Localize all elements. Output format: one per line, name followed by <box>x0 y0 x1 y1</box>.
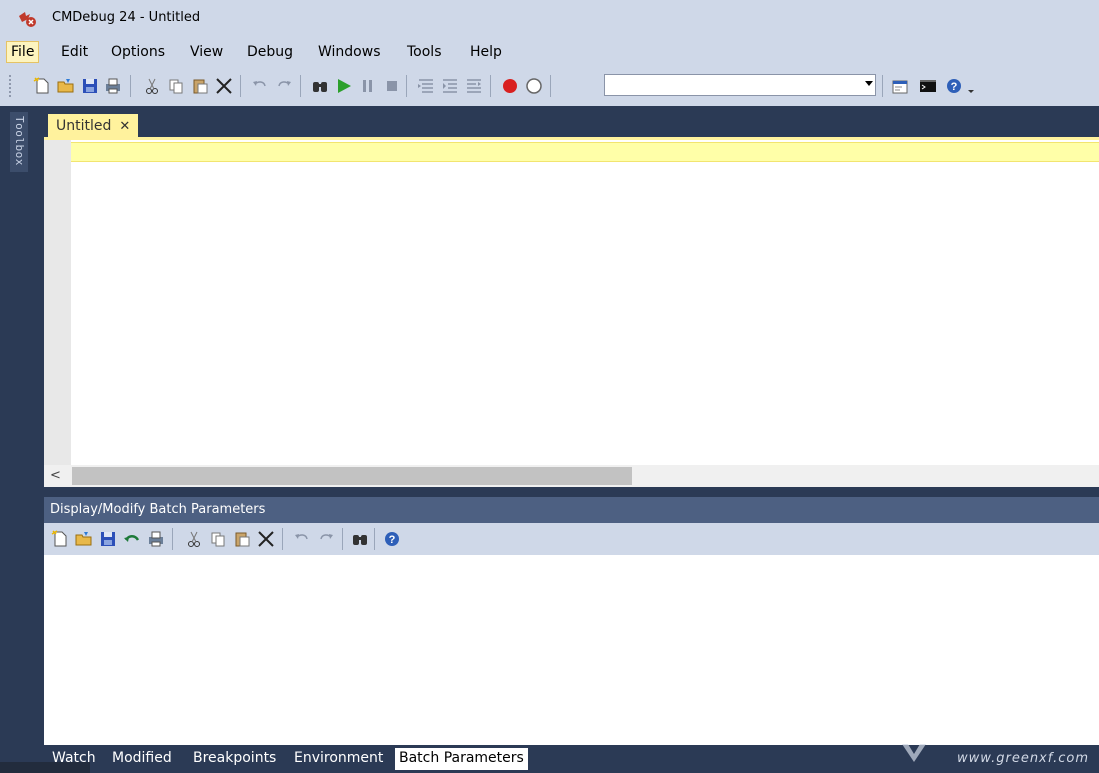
toolbar-separator <box>882 75 883 97</box>
redo-icon[interactable] <box>274 76 294 96</box>
menu-bar: File Edit Options View Debug Windows Too… <box>0 38 1099 66</box>
delete-icon[interactable] <box>256 529 276 549</box>
panel-title: Display/Modify Batch Parameters <box>50 502 266 517</box>
open-folder-icon[interactable] <box>56 76 76 96</box>
toolbar-separator <box>490 75 491 97</box>
paste-icon[interactable] <box>190 76 210 96</box>
window-title: CMDebug 24 - Untitled <box>52 10 201 25</box>
undo-icon[interactable] <box>292 529 312 549</box>
svg-text:?: ? <box>389 534 396 546</box>
pause-icon[interactable] <box>358 76 378 96</box>
bug-app-icon <box>19 12 36 27</box>
cut-icon[interactable] <box>142 76 162 96</box>
copy-icon[interactable] <box>166 76 186 96</box>
status-corner <box>0 762 90 773</box>
chevron-down-icon[interactable] <box>865 81 873 86</box>
undo-icon[interactable] <box>250 76 270 96</box>
toolbar-separator <box>300 75 301 97</box>
revert-icon[interactable] <box>122 529 142 549</box>
toolbox-label[interactable]: Toolbox <box>13 116 26 166</box>
help-icon[interactable]: ? <box>944 76 964 96</box>
print-icon[interactable] <box>146 529 166 549</box>
toolbar-separator <box>240 75 241 97</box>
toolbar-overflow-icon[interactable] <box>966 76 976 96</box>
batch-parameters-content[interactable] <box>44 555 1099 745</box>
clear-breakpoint-icon[interactable] <box>524 76 544 96</box>
properties-icon[interactable] <box>890 76 910 96</box>
toolbar-separator <box>282 528 283 550</box>
menu-file[interactable]: File <box>6 41 40 63</box>
menu-windows[interactable]: Windows <box>314 42 385 62</box>
toolbar-separator <box>342 528 343 550</box>
toolbar-separator <box>130 75 131 97</box>
redo-icon[interactable] <box>316 529 336 549</box>
toolbar-separator <box>172 528 173 550</box>
breakpoint-icon[interactable] <box>500 76 520 96</box>
svg-text:?: ? <box>951 81 958 93</box>
step-out-icon[interactable] <box>464 76 484 96</box>
copy-icon[interactable] <box>208 529 228 549</box>
step-into-icon[interactable] <box>416 76 436 96</box>
menu-options[interactable]: Options <box>107 42 169 62</box>
console-icon[interactable] <box>918 76 938 96</box>
menu-view[interactable]: View <box>186 42 227 62</box>
tab-environment[interactable]: Environment <box>290 748 387 770</box>
toolbar-grip[interactable] <box>8 74 12 98</box>
tab-modified[interactable]: Modified <box>108 748 176 770</box>
watermark-text: www.greenxf.com <box>957 751 1089 766</box>
document-tab-label[interactable]: Untitled <box>56 118 111 134</box>
find-icon[interactable] <box>310 76 330 96</box>
target-combo-box[interactable] <box>604 74 876 96</box>
menu-edit[interactable]: Edit <box>57 42 92 62</box>
tab-breakpoints[interactable]: Breakpoints <box>189 748 280 770</box>
new-file-icon[interactable] <box>32 76 52 96</box>
paste-icon[interactable] <box>232 529 252 549</box>
stop-icon[interactable] <box>382 76 402 96</box>
new-file-icon[interactable] <box>50 529 70 549</box>
print-icon[interactable] <box>103 76 123 96</box>
open-folder-icon[interactable] <box>74 529 94 549</box>
document-tab[interactable]: Untitled ✕ <box>48 114 139 138</box>
step-over-icon[interactable] <box>440 76 460 96</box>
find-icon[interactable] <box>350 529 370 549</box>
current-line-highlight[interactable] <box>71 142 1099 162</box>
scrollbar-thumb[interactable] <box>72 467 632 485</box>
help-icon[interactable]: ? <box>382 529 402 549</box>
watermark-logo-icon <box>902 744 926 762</box>
panel-toolbar: ? <box>44 523 1099 555</box>
close-icon[interactable]: ✕ <box>119 119 130 134</box>
tab-batch-parameters[interactable]: Batch Parameters <box>395 748 528 770</box>
main-toolbar: ? <box>0 66 1099 106</box>
save-icon[interactable] <box>80 76 100 96</box>
panel-splitter[interactable] <box>44 487 1099 497</box>
save-icon[interactable] <box>98 529 118 549</box>
editor-gutter[interactable] <box>44 140 71 465</box>
menu-debug[interactable]: Debug <box>243 42 297 62</box>
cut-icon[interactable] <box>184 529 204 549</box>
toolbar-separator <box>406 75 407 97</box>
delete-icon[interactable] <box>214 76 234 96</box>
code-editor[interactable] <box>44 140 1099 487</box>
scroll-left-button[interactable]: < <box>50 468 61 483</box>
toolbox-rail <box>0 106 44 773</box>
toolbar-separator <box>374 528 375 550</box>
toolbar-separator <box>550 75 551 97</box>
menu-tools[interactable]: Tools <box>403 42 446 62</box>
menu-help[interactable]: Help <box>466 42 506 62</box>
run-icon[interactable] <box>334 76 354 96</box>
